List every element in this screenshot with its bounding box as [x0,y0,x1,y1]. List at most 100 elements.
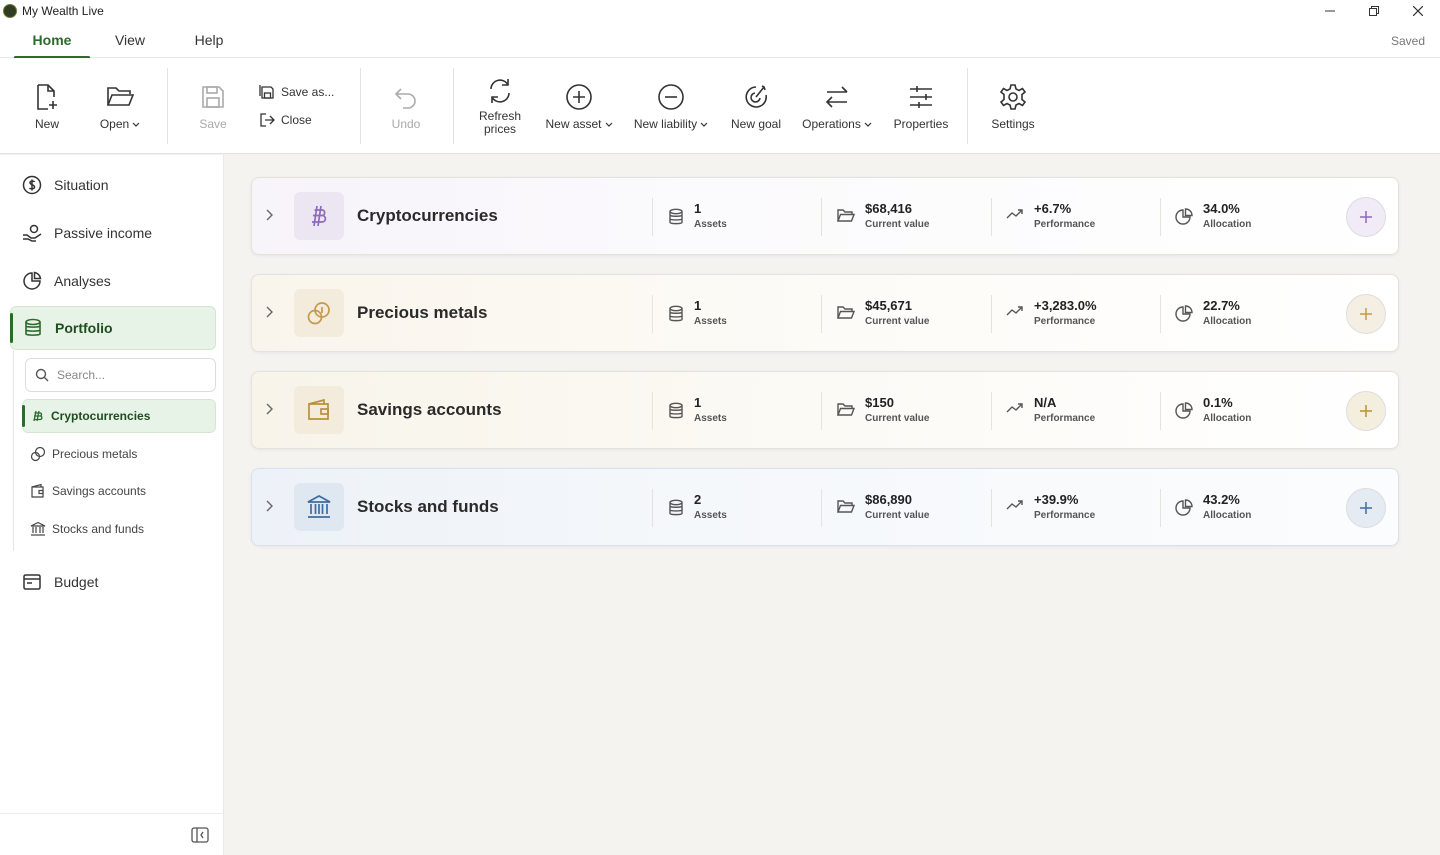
wallet-icon [23,574,41,590]
tab-help[interactable]: Help [184,22,234,58]
category-name: Precious metals [357,303,488,322]
new-goal-button[interactable]: New goal [728,58,784,154]
current-value-metric: $86,890 Current value [837,491,929,523]
allocation-label: Allocation [1203,510,1252,521]
subtree-line [13,351,14,551]
close-file-button[interactable]: Close [259,112,312,128]
database-icon [25,318,41,336]
minimize-button[interactable] [1308,0,1352,22]
search-input[interactable]: Search... [25,358,216,392]
new-button[interactable]: New [22,58,72,154]
new-liability-button[interactable]: New liability [630,58,712,154]
allocation-label: Allocation [1203,219,1252,230]
performance-metric: +6.7% Performance [1006,200,1095,232]
performance-metric: +39.9% Performance [1006,491,1095,523]
performance-label: Performance [1034,510,1096,521]
refresh-prices-button[interactable]: Refresh prices [473,58,527,154]
add-asset-button[interactable] [1346,294,1386,334]
settings-button[interactable]: Settings [988,58,1038,154]
bitcoin-icon [33,410,43,422]
category-card-savings-accounts[interactable]: Savings accounts 1 Assets $150 Current value… [251,371,1399,449]
trend-up-icon [1006,209,1023,219]
save-as-button[interactable]: Save as... [259,84,334,100]
expand-button[interactable] [264,402,274,416]
save-button[interactable]: Save [189,58,237,154]
sidebar-sub-precious-metals[interactable]: Precious metals [22,437,216,471]
app-logo [3,4,17,18]
assets-label: Assets [694,413,727,424]
tab-home[interactable]: Home [14,22,90,59]
folder-icon [837,209,855,222]
sidebar-item-analyses[interactable]: Analyses [10,259,216,303]
assets-label: Assets [694,510,727,521]
allocation-metric: 22.7% Allocation [1175,297,1251,329]
coins-icon [30,446,46,462]
performance-label: Performance [1034,413,1096,424]
expand-button[interactable] [264,208,274,222]
add-asset-button[interactable] [1346,391,1386,431]
performance-label: Performance [1034,316,1096,327]
current-value-label: Current value [865,510,930,521]
category-card-stocks-and-funds[interactable]: Stocks and funds 2 Assets $86,890 Current va… [251,468,1399,546]
assets-count: 1 [694,201,702,216]
undo-icon [394,88,416,109]
category-card-precious-metals[interactable]: Precious metals 1 Assets $45,671 Current val… [251,274,1399,352]
sidebar: Situation Passive income Analyses Portfo… [0,155,224,855]
sidebar-item-situation[interactable]: Situation [10,163,216,207]
bank-icon [307,495,331,518]
current-value-label: Current value [865,413,930,424]
restore-button[interactable] [1352,0,1396,22]
category-card-cryptocurrencies[interactable]: Cryptocurrencies 1 Assets $68,416 Current va… [251,177,1399,255]
trend-up-icon [1006,500,1023,510]
sliders-icon [910,86,932,108]
database-icon [669,499,683,516]
allocation-metric: 43.2% Allocation [1175,491,1251,523]
open-button[interactable]: Open [94,58,146,154]
expand-button[interactable] [264,305,274,319]
sidebar-item-passive-income[interactable]: Passive income [10,211,216,255]
pie-chart-icon [23,271,42,290]
wallet-icon [31,483,44,498]
tab-view[interactable]: View [104,22,156,58]
sidebar-item-budget[interactable]: Budget [10,560,216,604]
performance-label: Performance [1034,219,1096,230]
collapse-sidebar-button[interactable] [191,827,209,843]
chevron-down-icon [700,122,708,127]
refresh-icon [490,79,510,103]
ribbon-tabs: Home View Help Saved [0,22,1440,59]
database-icon [669,402,683,419]
sidebar-sub-cryptocurrencies[interactable]: Cryptocurrencies [22,399,216,433]
operations-button[interactable]: Operations [801,58,873,154]
performance-value: +6.7% [1034,201,1072,216]
assets-metric: 1 Assets [668,200,727,232]
dollar-circle-icon [22,175,42,195]
sidebar-item-portfolio[interactable]: Portfolio [10,306,216,350]
ribbon-toolbar: New Open Save Save as... Close Undo Refr… [0,58,1440,154]
plus-circle-icon [566,84,592,110]
target-icon [745,85,767,108]
undo-button[interactable]: Undo [382,58,430,154]
folder-icon [837,500,855,513]
pie-chart-icon [1175,208,1193,225]
new-asset-button[interactable]: New asset [544,58,614,154]
save-as-icon [259,85,274,99]
properties-button[interactable]: Properties [890,58,952,154]
current-value-metric: $150 Current value [837,394,929,426]
current-value: $86,890 [865,492,912,507]
sidebar-sub-savings-accounts[interactable]: Savings accounts [22,474,216,508]
add-asset-button[interactable] [1346,488,1386,528]
close-button[interactable] [1396,0,1440,22]
category-icon [294,483,344,531]
gear-icon [999,84,1027,110]
title-bar: My Wealth Live [0,0,1440,22]
wallet-icon [308,398,329,420]
allocation-value: 22.7% [1203,298,1240,313]
add-asset-button[interactable] [1346,197,1386,237]
folder-icon [837,306,855,319]
exit-icon [260,113,275,127]
sidebar-sub-stocks-and-funds[interactable]: Stocks and funds [22,512,216,546]
assets-metric: 1 Assets [668,394,727,426]
expand-button[interactable] [264,499,274,513]
save-icon [202,86,224,108]
category-icon [294,192,344,240]
